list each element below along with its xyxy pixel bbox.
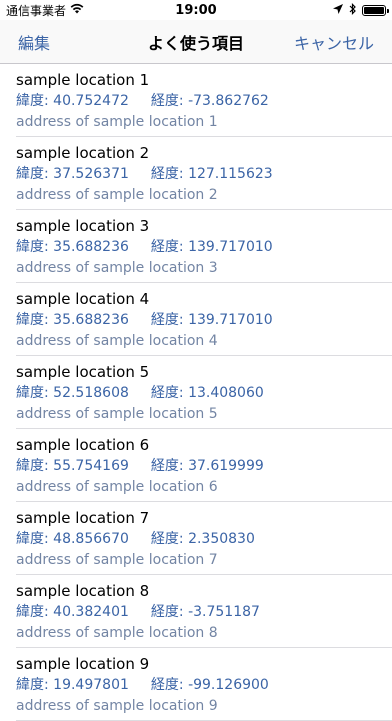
longitude-label: 経度:	[150, 604, 184, 620]
list-item[interactable]: sample location 4 緯度: 35.688236 経度: 139.71…	[16, 283, 392, 356]
longitude-label: 経度:	[150, 166, 184, 182]
bluetooth-icon	[349, 2, 356, 18]
latitude-label: 緯度:	[16, 677, 49, 693]
list-item[interactable]: sample location 6 緯度: 55.754169 経度: 37.619…	[16, 429, 392, 502]
latitude-value: 40.752472	[53, 93, 129, 109]
latitude-label: 緯度:	[16, 93, 49, 109]
list-item[interactable]: sample location 7 緯度: 48.856670 経度: 2.3508…	[16, 502, 392, 575]
wifi-icon	[70, 3, 84, 17]
coordinates: 緯度: 19.497801 経度: -99.126900	[16, 675, 392, 696]
location-address: address of sample location 4	[16, 333, 218, 349]
latitude-label: 緯度:	[16, 312, 49, 328]
latitude-label: 緯度:	[16, 531, 49, 547]
list-item[interactable]: sample location 3 緯度: 35.688236 経度: 139.71…	[16, 210, 392, 283]
coordinates: 緯度: 37.526371 経度: 127.115623	[16, 164, 392, 185]
latitude-value: 55.754169	[53, 458, 129, 474]
longitude-value: 139.717010	[188, 239, 273, 255]
coordinates: 緯度: 52.518608 経度: 13.408060	[16, 383, 392, 404]
favorites-list: sample location 1 緯度: 40.752472 経度: -73.86…	[0, 64, 392, 721]
status-bar: 通信事業者 19:00	[0, 0, 392, 20]
location-name: sample location 9	[16, 655, 150, 673]
carrier-name: 通信事業者	[6, 3, 67, 18]
latitude-value: 37.526371	[53, 166, 129, 182]
status-right	[333, 2, 389, 18]
cancel-button[interactable]: キャンセル	[276, 30, 392, 54]
location-address: address of sample location 5	[16, 406, 218, 422]
longitude-label: 経度:	[150, 93, 184, 109]
location-name: sample location 7	[16, 509, 150, 527]
location-name: sample location 5	[16, 363, 150, 381]
location-name: sample location 2	[16, 144, 150, 162]
location-address: address of sample location 1	[16, 114, 218, 130]
longitude-value: -99.126900	[188, 677, 269, 693]
location-name: sample location 1	[16, 71, 150, 89]
location-name: sample location 4	[16, 290, 150, 308]
longitude-label: 経度:	[150, 531, 184, 547]
battery-icon	[362, 4, 389, 16]
location-address: address of sample location 9	[16, 698, 218, 714]
list-item[interactable]: sample location 8 緯度: 40.382401 経度: -3.751…	[16, 575, 392, 648]
latitude-value: 35.688236	[53, 239, 129, 255]
list-item[interactable]: sample location 9 緯度: 19.497801 経度: -99.12…	[16, 648, 392, 721]
latitude-label: 緯度:	[16, 239, 49, 255]
location-name: sample location 6	[16, 436, 150, 454]
battery-level	[364, 6, 384, 14]
longitude-value: -3.751187	[188, 604, 260, 620]
latitude-label: 緯度:	[16, 458, 49, 474]
latitude-label: 緯度:	[16, 385, 49, 401]
location-name: sample location 3	[16, 217, 150, 235]
longitude-label: 経度:	[150, 385, 184, 401]
longitude-value: -73.862762	[188, 93, 269, 109]
coordinates: 緯度: 55.754169 経度: 37.619999	[16, 456, 392, 477]
location-name: sample location 8	[16, 582, 150, 600]
coordinates: 緯度: 35.688236 経度: 139.717010	[16, 237, 392, 258]
coordinates: 緯度: 40.752472 経度: -73.862762	[16, 91, 392, 112]
location-arrow-icon	[333, 3, 343, 17]
longitude-label: 経度:	[150, 677, 184, 693]
status-left: 通信事業者	[6, 2, 84, 19]
latitude-value: 35.688236	[53, 312, 129, 328]
latitude-value: 48.856670	[53, 531, 129, 547]
longitude-value: 127.115623	[188, 166, 273, 182]
longitude-value: 139.717010	[188, 312, 273, 328]
location-address: address of sample location 8	[16, 625, 218, 641]
longitude-value: 13.408060	[188, 385, 264, 401]
navigation-bar: 編集 よく使う項目 キャンセル	[0, 20, 392, 64]
list-item[interactable]: sample location 5 緯度: 52.518608 経度: 13.408…	[16, 356, 392, 429]
latitude-label: 緯度:	[16, 604, 49, 620]
coordinates: 緯度: 35.688236 経度: 139.717010	[16, 310, 392, 331]
latitude-value: 52.518608	[53, 385, 129, 401]
longitude-value: 2.350830	[188, 531, 255, 547]
list-item[interactable]: sample location 2 緯度: 37.526371 経度: 127.11…	[16, 137, 392, 210]
location-address: address of sample location 3	[16, 260, 218, 276]
latitude-label: 緯度:	[16, 166, 49, 182]
list-item[interactable]: sample location 1 緯度: 40.752472 経度: -73.86…	[16, 64, 392, 137]
location-address: address of sample location 7	[16, 552, 218, 568]
latitude-value: 19.497801	[53, 677, 129, 693]
longitude-value: 37.619999	[188, 458, 264, 474]
longitude-label: 経度:	[150, 239, 184, 255]
longitude-label: 経度:	[150, 312, 184, 328]
coordinates: 緯度: 40.382401 経度: -3.751187	[16, 602, 392, 623]
latitude-value: 40.382401	[53, 604, 129, 620]
coordinates: 緯度: 48.856670 経度: 2.350830	[16, 529, 392, 550]
longitude-label: 経度:	[150, 458, 184, 474]
location-address: address of sample location 2	[16, 187, 218, 203]
location-address: address of sample location 6	[16, 479, 218, 495]
edit-button[interactable]: 編集	[0, 30, 68, 54]
